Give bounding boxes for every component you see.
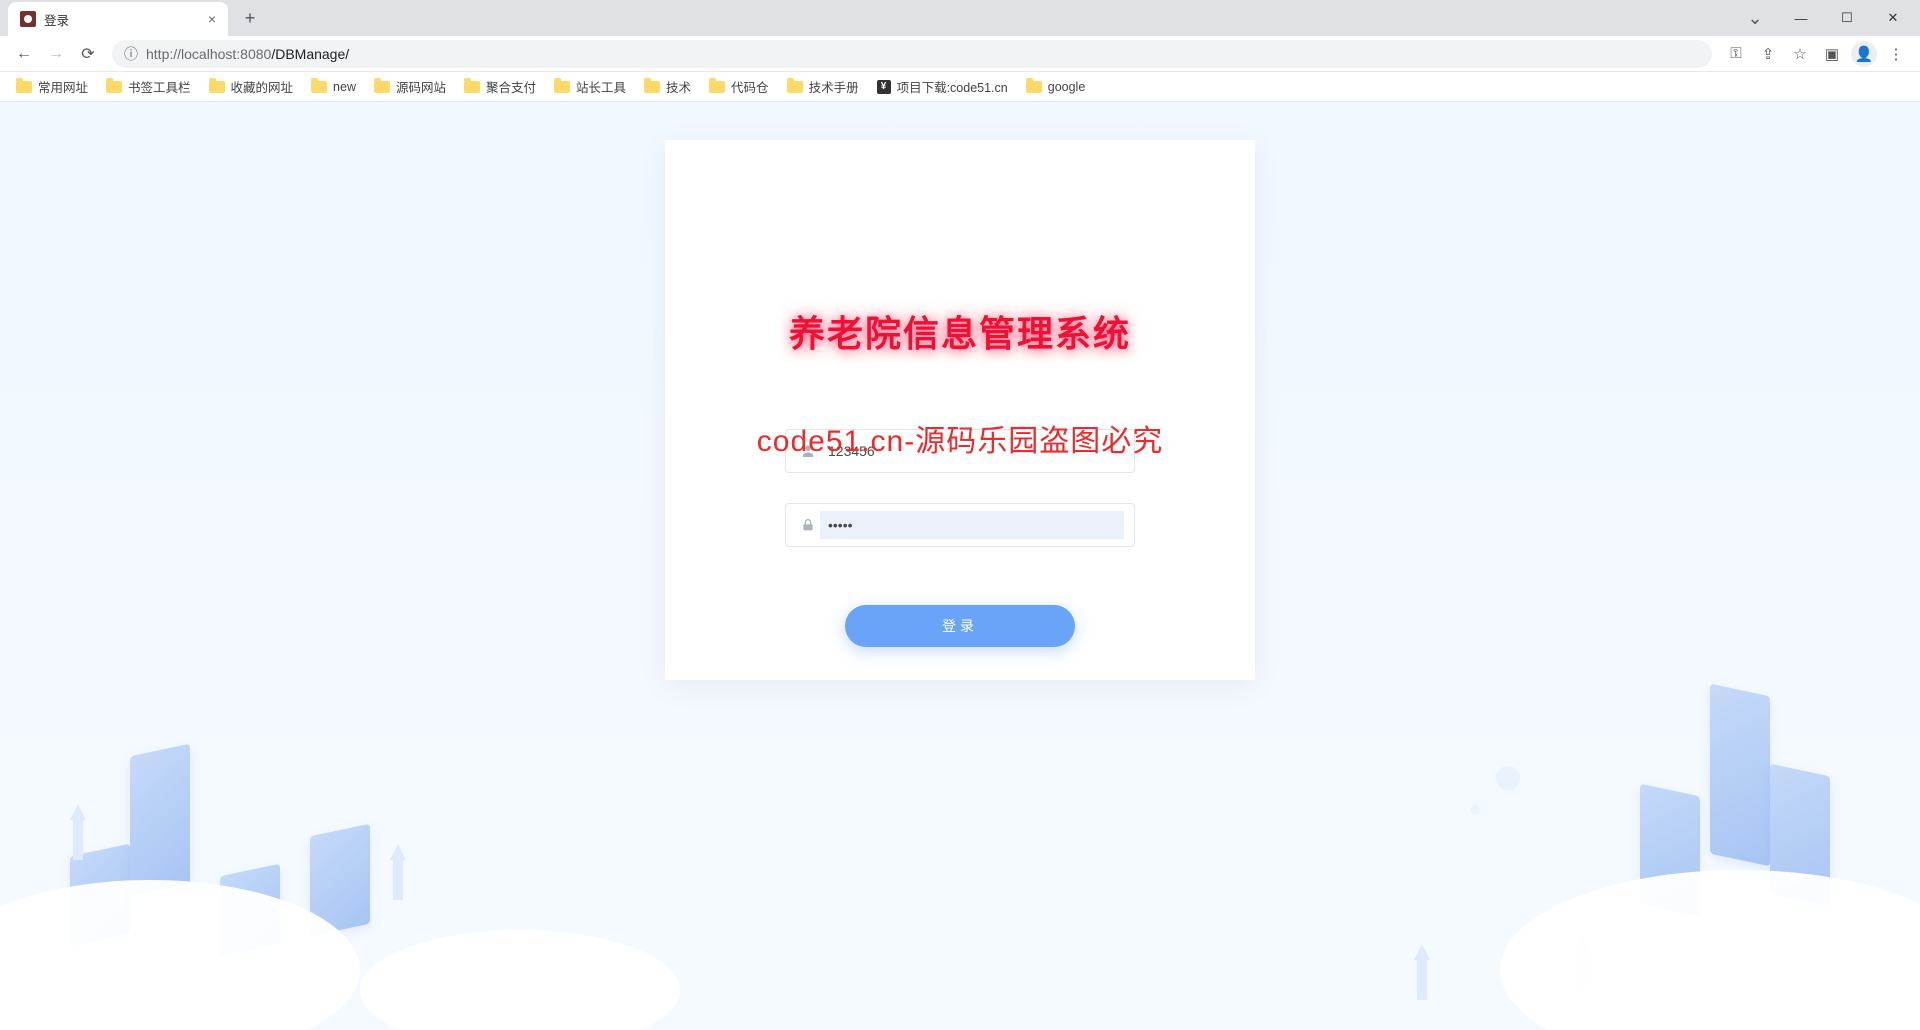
bookmark-label: new [333,80,356,94]
bookmark-label: google [1048,80,1086,94]
bookmark-item[interactable]: google [1026,80,1086,94]
folder-icon [374,81,390,93]
window-controls: ⌄ — ☐ ✕ [1732,3,1920,33]
site-icon: ¥ [877,80,891,94]
folder-icon [1026,81,1042,93]
share-icon[interactable]: ⇪ [1752,38,1784,70]
folder-icon [554,81,570,93]
bookmark-label: 收藏的网址 [231,77,294,96]
bookmark-item[interactable]: 站长工具 [554,77,626,96]
login-card: 养老院信息管理系统 登录 [665,140,1255,680]
folder-icon [209,81,225,93]
favicon-icon [20,11,36,27]
folder-icon [16,81,32,93]
tabs-dropdown-icon[interactable]: ⌄ [1732,3,1778,33]
browser-chrome: 登录 × + ⌄ — ☐ ✕ ← → ⟳ ⓘ http://localhost:… [0,0,1920,102]
folder-icon [644,81,660,93]
maximize-button[interactable]: ☐ [1824,3,1870,33]
toolbar: ← → ⟳ ⓘ http://localhost:8080/DBManage/ … [0,36,1920,72]
bookmark-item[interactable]: 收藏的网址 [209,77,294,96]
tab-title: 登录 [44,10,208,29]
bookmark-label: 源码网站 [396,77,446,96]
login-button[interactable]: 登录 [845,605,1075,647]
close-window-button[interactable]: ✕ [1870,3,1916,33]
background-decoration [0,750,1920,1030]
password-input[interactable] [820,511,1124,539]
bookmark-label: 技术手册 [809,77,859,96]
username-row [785,429,1135,473]
bookmark-item[interactable]: 技术 [644,77,691,96]
bookmark-star-icon[interactable]: ☆ [1784,38,1816,70]
address-bar[interactable]: ⓘ http://localhost:8080/DBManage/ [112,40,1712,68]
bookmark-item[interactable]: new [311,80,356,94]
password-row [785,503,1135,547]
address-path: /DBManage/ [271,46,349,62]
folder-icon [464,81,480,93]
key-icon[interactable]: ⚿ [1720,38,1752,70]
bookmarks-bar: 常用网址 书签工具栏 收藏的网址 new 源码网站 聚合支付 站长工具 技术 代… [0,72,1920,102]
address-port: :8080 [236,46,271,62]
bookmark-label: 常用网址 [38,77,88,96]
bookmark-item[interactable]: 技术手册 [787,77,859,96]
folder-icon [311,81,327,93]
username-input[interactable] [820,437,1124,465]
tab-strip: 登录 × + ⌄ — ☐ ✕ [0,0,1920,36]
bookmark-item[interactable]: 聚合支付 [464,77,536,96]
bookmark-label: 代码仓 [731,77,769,96]
folder-icon [709,81,725,93]
new-tab-button[interactable]: + [236,4,264,32]
minimize-button[interactable]: — [1778,3,1824,33]
bookmark-label: 书签工具栏 [128,77,191,96]
lock-icon [796,517,820,533]
tab-close-icon[interactable]: × [208,11,216,27]
bookmark-item[interactable]: 源码网站 [374,77,446,96]
site-info-icon[interactable]: ⓘ [124,44,138,64]
bookmark-item[interactable]: ¥ 项目下载:code51.cn [877,77,1008,96]
bookmark-label: 聚合支付 [486,77,536,96]
user-icon [796,443,820,459]
menu-kebab-icon[interactable]: ⋮ [1880,38,1912,70]
sidepanel-icon[interactable]: ▣ [1816,38,1848,70]
folder-icon [787,81,803,93]
bookmark-item[interactable]: 代码仓 [709,77,769,96]
back-button[interactable]: ← [8,38,40,70]
folder-icon [106,81,122,93]
forward-button[interactable]: → [40,38,72,70]
bookmark-item[interactable]: 书签工具栏 [106,77,191,96]
browser-tab[interactable]: 登录 × [8,2,228,36]
bookmark-label: 站长工具 [576,77,626,96]
address-host: http://localhost [146,46,236,62]
profile-avatar[interactable]: 👤 [1848,38,1880,70]
login-title: 养老院信息管理系统 [665,305,1255,357]
bookmark-label: 项目下载:code51.cn [897,77,1008,96]
reload-button[interactable]: ⟳ [72,38,104,70]
bookmark-item[interactable]: 常用网址 [16,77,88,96]
bookmark-label: 技术 [666,77,691,96]
page-content: 养老院信息管理系统 登录 code51.cn-源码乐园盗图必究 [0,102,1920,1030]
